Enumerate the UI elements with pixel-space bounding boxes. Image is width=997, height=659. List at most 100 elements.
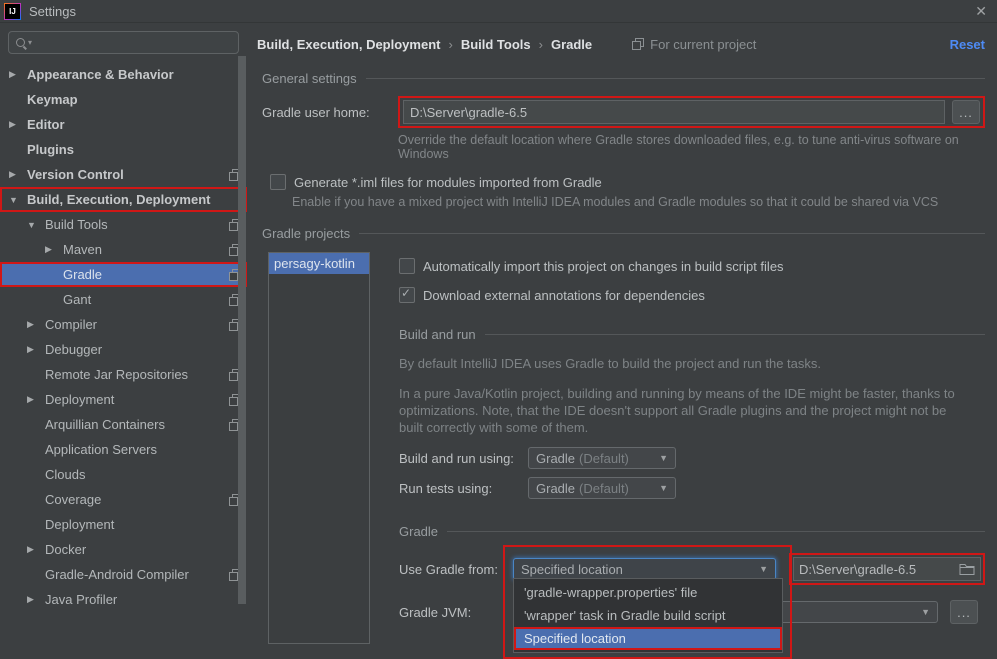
build-using-row: Build and run using: Gradle (Default) ▼ [399,447,985,469]
sidebar-item-build-tools[interactable]: ▼Build Tools [0,212,247,237]
chevron-down-icon[interactable]: ▼ [9,195,27,205]
chevron-down-icon: ▼ [921,607,930,617]
sidebar-item-gradle[interactable]: Gradle [0,262,247,287]
breadcrumb-separator: › [539,37,543,52]
sidebar-item-docker[interactable]: ▶Docker [0,537,247,562]
section-title: Gradle [399,524,438,539]
sidebar-item-coverage[interactable]: Coverage [0,487,247,512]
section-title: General settings [262,71,357,86]
sidebar-item-label: Gradle-Android Compiler [45,567,189,582]
sidebar-item-application-servers[interactable]: Application Servers [0,437,247,462]
jvm-browse-button[interactable]: ... [950,600,978,624]
sidebar-item-deployment[interactable]: ▶Deployment [0,387,247,412]
chevron-down-icon: ▼ [659,453,668,463]
generate-iml-row: Generate *.iml files for modules importe… [270,174,985,190]
chevron-right-icon[interactable]: ▶ [27,544,45,555]
download-annotations-label: Download external annotations for depend… [423,288,705,303]
folder-icon[interactable] [959,563,975,575]
settings-search-input[interactable]: ▾ [8,31,239,54]
chevron-right-icon[interactable]: ▶ [27,594,45,605]
section-gradle-projects: Gradle projects [262,225,985,241]
sidebar-item-label: Application Servers [45,442,157,457]
sidebar-item-maven[interactable]: ▶Maven [0,237,247,262]
search-options-caret-icon[interactable]: ▾ [28,38,32,47]
sidebar-item-build-execution-deployment[interactable]: ▼Build, Execution, Deployment [0,187,247,212]
settings-content: Build, Execution, Deployment › Build Too… [247,23,997,611]
sidebar-item-clouds[interactable]: Clouds [0,462,247,487]
popup-item[interactable]: Specified location [514,627,782,650]
annotation-redbox-gradle-home: D:\Server\gradle-6.5 [789,553,985,585]
sidebar-item-label: Java Profiler [45,592,117,607]
use-gradle-from-label: Use Gradle from: [399,562,513,577]
project-list-item[interactable]: persagy-kotlin [269,253,369,274]
sidebar-item-label: Debugger [45,342,102,357]
tests-using-select[interactable]: Gradle (Default) ▼ [528,477,676,499]
gradle-home-field[interactable]: D:\Server\gradle-6.5 [793,557,981,581]
sidebar-item-compiler[interactable]: ▶Compiler [0,312,247,337]
use-gradle-from-select[interactable]: Specified location ▼ [513,558,776,580]
sidebar-item-label: Remote Jar Repositories [45,367,188,382]
gradle-user-home-hint: Override the default location where Grad… [398,133,985,161]
sidebar-item-remote-jar-repositories[interactable]: Remote Jar Repositories [0,362,247,387]
sidebar-item-label: Maven [63,242,102,257]
sidebar-item-arquillian-containers[interactable]: Arquillian Containers [0,412,247,437]
scope-label: For current project [650,37,756,52]
sidebar-item-label: Coverage [45,492,101,507]
use-gradle-from-popup: 'gradle-wrapper.properties' file'wrapper… [513,578,783,653]
build-run-description: By default IntelliJ IDEA uses Gradle to … [399,355,964,372]
generate-iml-checkbox[interactable] [270,174,286,190]
sidebar-item-gradle-android-compiler[interactable]: Gradle-Android Compiler [0,562,247,587]
section-gradle: Gradle [399,523,985,539]
gradle-user-home-input[interactable] [403,100,945,124]
sidebar-item-editor[interactable]: ▶Editor [0,112,247,137]
generate-iml-label: Generate *.iml files for modules importe… [294,175,602,190]
breadcrumb-item[interactable]: Gradle [551,37,592,52]
chevron-right-icon[interactable]: ▶ [9,119,27,130]
sidebar-item-label: Gant [63,292,91,307]
sidebar-item-label: Build, Execution, Deployment [27,192,210,207]
chevron-right-icon[interactable]: ▶ [45,244,63,255]
content-header: Build, Execution, Deployment › Build Too… [257,32,985,56]
annotation-redbox-user-home: ... [398,96,985,128]
chevron-right-icon[interactable]: ▶ [9,69,27,80]
reset-link[interactable]: Reset [950,37,985,52]
sidebar-item-plugins[interactable]: Plugins [0,137,247,162]
chevron-right-icon[interactable]: ▶ [27,319,45,330]
chevron-right-icon[interactable]: ▶ [27,394,45,405]
sidebar-item-label: Keymap [27,92,78,107]
download-annotations-checkbox[interactable] [399,287,415,303]
sidebar-item-java-profiler[interactable]: ▶Java Profiler [0,587,247,612]
sidebar-item-deployment[interactable]: Deployment [0,512,247,537]
sidebar-item-label: Clouds [45,467,85,482]
build-using-select[interactable]: Gradle (Default) ▼ [528,447,676,469]
chevron-down-icon[interactable]: ▼ [27,220,45,230]
project-settings-panel: Automatically import this project on cha… [399,252,985,624]
sidebar-item-label: Docker [45,542,86,557]
sidebar-item-debugger[interactable]: ▶Debugger [0,337,247,362]
section-general-settings: General settings [262,70,985,86]
gradle-user-home-row: Gradle user home: ... [262,96,985,128]
sidebar-scrollbar[interactable] [238,56,246,604]
section-build-and-run: Build and run [399,326,985,342]
sidebar-item-keymap[interactable]: Keymap [0,87,247,112]
breadcrumb-separator: › [448,37,452,52]
breadcrumb-item[interactable]: Build Tools [461,37,531,52]
breadcrumb-item[interactable]: Build, Execution, Deployment [257,37,440,52]
generate-iml-hint: Enable if you have a mixed project with … [292,195,985,209]
settings-tree: ▶Appearance & BehaviorKeymap▶EditorPlugi… [0,62,247,612]
chevron-right-icon[interactable]: ▶ [27,344,45,355]
browse-button[interactable]: ... [952,100,980,124]
gradle-projects-list[interactable]: persagy-kotlin [268,252,370,644]
popup-item[interactable]: 'gradle-wrapper.properties' file [514,581,782,604]
sidebar-item-appearance-behavior[interactable]: ▶Appearance & Behavior [0,62,247,87]
sidebar-item-gant[interactable]: Gant [0,287,247,312]
sidebar-item-label: Build Tools [45,217,108,232]
sidebar-item-label: Gradle [63,267,102,282]
chevron-right-icon[interactable]: ▶ [9,169,27,180]
auto-import-checkbox[interactable] [399,258,415,274]
popup-item[interactable]: 'wrapper' task in Gradle build script [514,604,782,627]
sidebar-item-label: Appearance & Behavior [27,67,174,82]
close-icon[interactable]: ✕ [975,4,987,18]
gradle-jvm-label: Gradle JVM: [399,605,513,620]
sidebar-item-version-control[interactable]: ▶Version Control [0,162,247,187]
